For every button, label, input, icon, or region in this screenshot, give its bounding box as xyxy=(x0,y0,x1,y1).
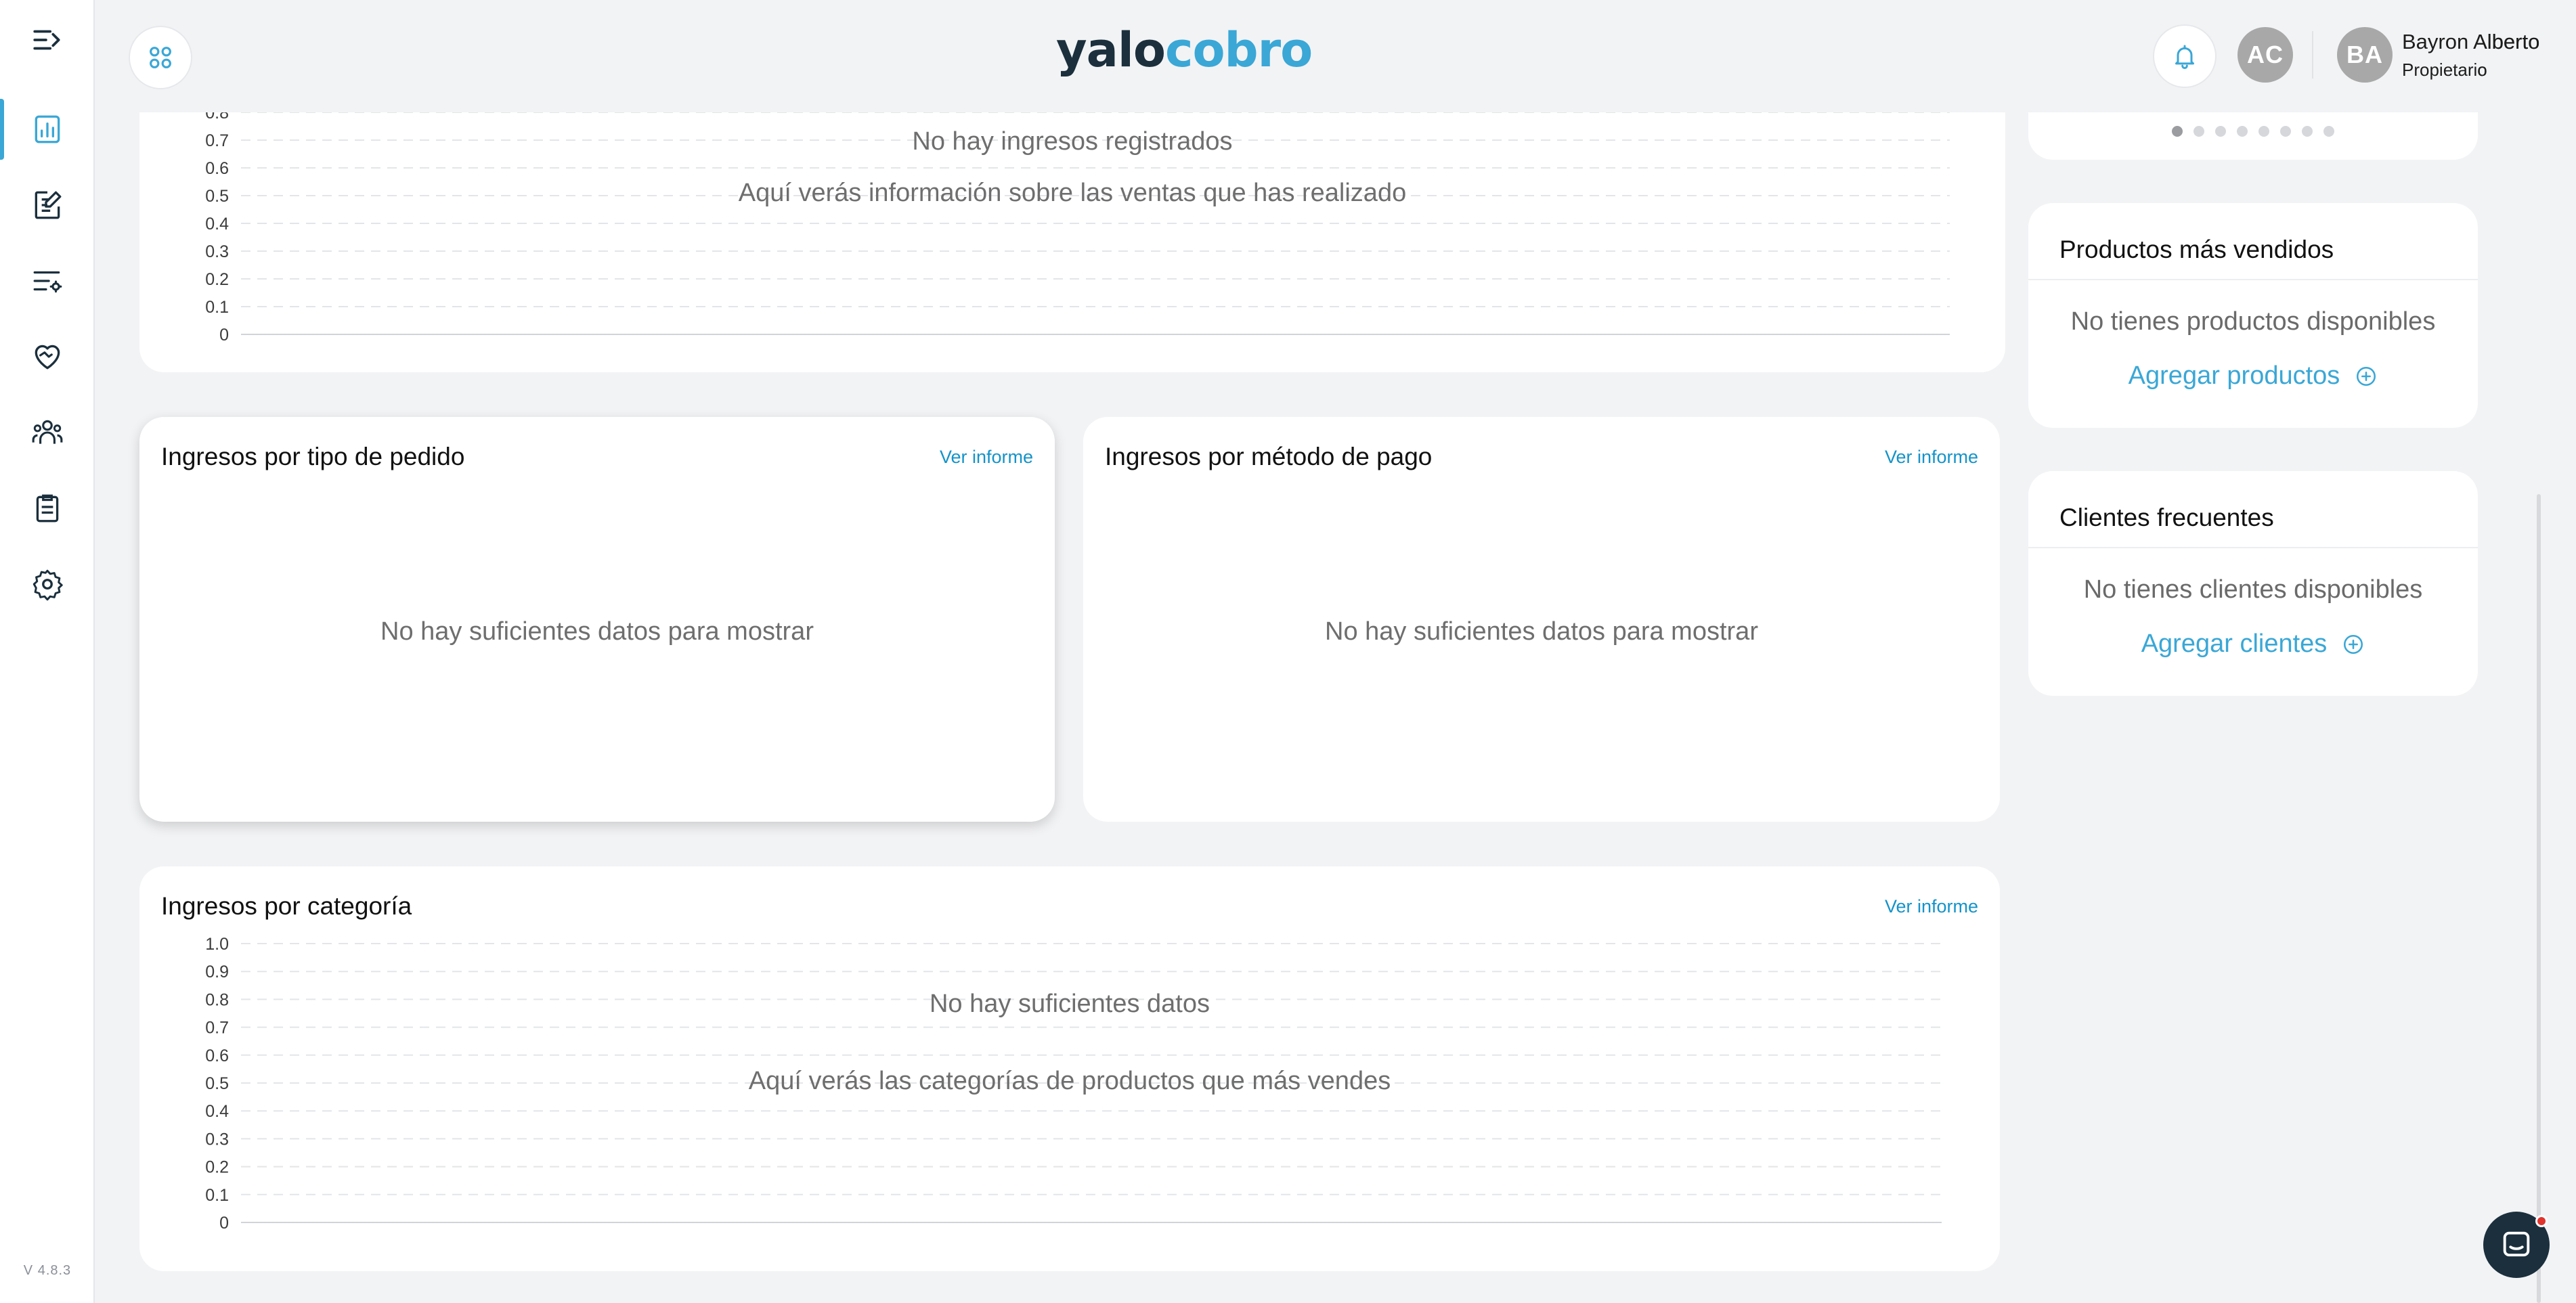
agregar-clientes-label: Agregar clientes xyxy=(2141,630,2328,658)
bell-icon xyxy=(2175,45,2194,69)
clientes-card: Clientes frecuentes No tienes clientes d… xyxy=(2028,471,2478,696)
ingresos-empty-subtitle: Aquí verás información sobre las ventas … xyxy=(738,179,1407,207)
sidebar-item-catalog-settings[interactable] xyxy=(0,250,95,311)
categoria-title: Ingresos por categoría xyxy=(161,892,412,920)
ingresos-chart: 00.10.20.30.40.50.60.70.8 xyxy=(205,104,1950,345)
carousel-dot[interactable] xyxy=(2280,126,2291,137)
clientes-divider xyxy=(2028,547,2478,548)
sidebar-item-loyalty[interactable] xyxy=(0,326,95,387)
y-tick-label: 0.6 xyxy=(205,1046,229,1065)
y-tick-label: 0.1 xyxy=(205,298,229,317)
y-tick-label: 0 xyxy=(219,326,229,345)
metodo-pago-empty: No hay suficientes datos para mostrar xyxy=(1325,617,1758,646)
gear-icon xyxy=(32,569,63,601)
ingresos-chart-card: 0 0.1 0.2 0.3 0.4 0.5 0.6 0.7 0.8 No hay ingreso… xyxy=(139,74,2005,372)
y-tick-label: 0.3 xyxy=(205,1130,229,1149)
plus-circle-icon xyxy=(2344,634,2363,654)
y-tick-label: 0.2 xyxy=(205,1158,229,1177)
list-settings-icon xyxy=(33,271,62,293)
y-tick-label: 1.0 xyxy=(205,935,229,954)
productos-empty: No tienes productos disponibles xyxy=(2070,307,2436,336)
categoria-card: 0 0.1 0.2 0.3 0.4 0.5 0.6 0.7 0.8 0.9 1.0 Ingresos… xyxy=(139,866,2000,1271)
carousel-dot[interactable] xyxy=(2237,126,2248,137)
y-tick-label: 0.4 xyxy=(205,1102,229,1121)
productos-divider xyxy=(2028,279,2478,280)
reports-chart-icon xyxy=(35,115,60,143)
user-name-front[interactable]: Bayron Alberto xyxy=(2402,30,2539,54)
y-tick-label: 0.1 xyxy=(205,1186,229,1205)
carousel-dots[interactable] xyxy=(2028,126,2478,137)
sidebar-item-tasks[interactable] xyxy=(0,478,95,539)
carousel-dot[interactable] xyxy=(2258,126,2269,137)
metodo-pago-title: Ingresos por método de pago xyxy=(1105,443,1433,470)
carousel-dot[interactable] xyxy=(2323,126,2334,137)
app-version: V 4.8.3 xyxy=(23,1263,72,1278)
categoria-ver-informe-link[interactable]: Ver informe xyxy=(1885,896,1978,917)
carousel-dot[interactable] xyxy=(2215,126,2226,137)
menu-collapse-icon xyxy=(33,30,60,50)
tipo-pedido-card: Ingresos por tipo de pedido Ver informe … xyxy=(139,417,1055,822)
business-avatar-front[interactable]: AC xyxy=(2237,27,2293,83)
sidebar-item-reports[interactable] xyxy=(0,99,95,160)
chat-icon xyxy=(2503,1231,2530,1257)
logo-part-yalo: yalo xyxy=(1056,22,1166,78)
y-tick-label: 0.6 xyxy=(205,159,229,178)
heart-handshake-icon xyxy=(35,345,60,370)
metodo-pago-card: Ingresos por método de pago Ver informe … xyxy=(1083,417,2000,822)
y-tick-label: 0.9 xyxy=(205,963,229,981)
tipo-pedido-ver-informe-link[interactable]: Ver informe xyxy=(940,447,1033,468)
tipo-pedido-title: Ingresos por tipo de pedido xyxy=(161,443,465,470)
productos-title: Productos más vendidos xyxy=(2059,236,2334,263)
apps-grid-icon xyxy=(150,47,171,68)
user-avatar-front[interactable]: BA xyxy=(2337,27,2393,83)
collapse-menu-button[interactable] xyxy=(0,9,95,70)
sidebar-item-customers[interactable] xyxy=(0,402,95,463)
agregar-clientes-button[interactable]: Agregar clientes xyxy=(2028,630,2478,659)
carousel-dot[interactable] xyxy=(2193,126,2204,137)
logo-part-cobro: cobro xyxy=(1164,22,1313,78)
sidebar: V 4.8.3 xyxy=(0,0,95,1303)
chat-notification-dot xyxy=(2535,1215,2548,1227)
user-role-front: Propietario xyxy=(2402,60,2487,80)
carousel-dot[interactable] xyxy=(2172,126,2183,137)
carousel-dot[interactable] xyxy=(2302,126,2313,137)
tipo-pedido-empty: No hay suficientes datos para mostrar xyxy=(380,617,814,646)
header-divider-front xyxy=(2312,31,2313,79)
brand-logo-front[interactable]: yalo cobro xyxy=(1056,22,1313,78)
sidebar-item-orders[interactable] xyxy=(0,175,95,236)
page-scrollbar[interactable] xyxy=(2537,494,2541,1303)
y-tick-label: 0.4 xyxy=(205,215,229,234)
categoria-empty-subtitle: Aquí verás las categorías de productos q… xyxy=(748,1067,1391,1095)
y-tick-label: 0.2 xyxy=(205,270,229,289)
y-tick-label: 0.3 xyxy=(205,242,229,261)
ingresos-empty-title: No hay ingresos registrados xyxy=(912,127,1233,156)
productos-card: Productos más vendidos No tienes product… xyxy=(2028,203,2478,428)
plus-circle-icon xyxy=(2357,366,2376,386)
clientes-title: Clientes frecuentes xyxy=(2059,504,2274,531)
customers-group-icon xyxy=(32,420,63,444)
y-tick-label: 0 xyxy=(219,1214,229,1233)
categoria-empty-title: No hay suficientes datos xyxy=(929,990,1210,1018)
agregar-productos-button[interactable]: Agregar productos xyxy=(2028,361,2478,391)
sidebar-item-settings[interactable] xyxy=(0,554,95,615)
clipboard-icon xyxy=(36,494,59,523)
metodo-pago-ver-informe-link[interactable]: Ver informe xyxy=(1885,447,1978,468)
clientes-empty: No tienes clientes disponibles xyxy=(2083,575,2423,604)
agregar-productos-label: Agregar productos xyxy=(2128,361,2340,390)
y-tick-label: 0.7 xyxy=(205,1019,229,1038)
apps-button-front[interactable] xyxy=(129,26,192,89)
orders-edit-icon xyxy=(35,191,62,219)
notifications-button-front[interactable] xyxy=(2153,24,2217,88)
